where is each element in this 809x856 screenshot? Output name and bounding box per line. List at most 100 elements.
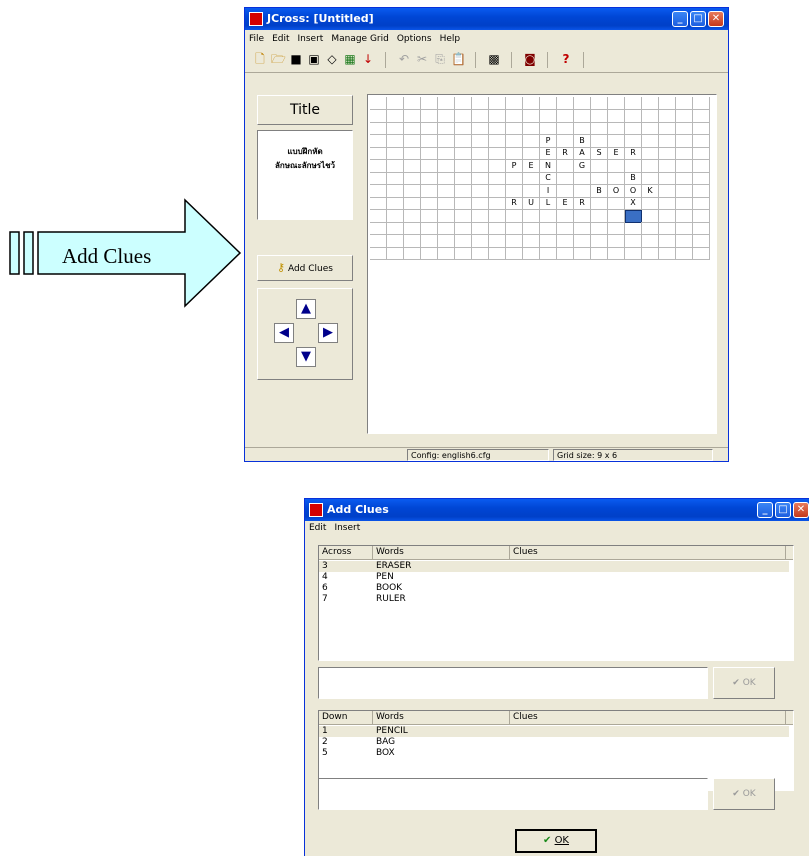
grid-cell[interactable] — [574, 109, 591, 123]
down-clue-input[interactable] — [318, 778, 708, 810]
list-item[interactable]: 7 RULER — [319, 594, 789, 605]
grid-cell[interactable] — [625, 222, 642, 235]
grid-cell[interactable] — [659, 147, 676, 160]
grid-cell[interactable] — [540, 222, 557, 235]
dialog-title-bar[interactable]: Add Clues _ □ ✕ — [305, 499, 809, 521]
save-icon[interactable]: ■ — [289, 52, 303, 66]
grid-cell[interactable] — [455, 247, 472, 260]
grid-cell[interactable] — [506, 109, 523, 123]
grid-cell[interactable] — [523, 247, 540, 260]
grid-cell[interactable]: P — [540, 134, 557, 148]
grid-cell[interactable] — [557, 134, 574, 148]
grid-cell[interactable] — [489, 109, 506, 123]
grid-cell[interactable] — [370, 159, 387, 173]
grid-cell[interactable] — [659, 222, 676, 235]
grid-cell[interactable] — [608, 109, 625, 123]
grid-cell[interactable] — [625, 159, 642, 173]
grid-cell[interactable] — [608, 122, 625, 135]
grid-cell[interactable] — [642, 122, 659, 135]
grid-cell[interactable] — [557, 184, 574, 198]
grid-cell[interactable]: E — [540, 147, 557, 160]
grid-cell[interactable] — [387, 234, 404, 248]
grid-cell[interactable] — [540, 122, 557, 135]
grid-cell[interactable] — [421, 134, 438, 148]
grid-cell[interactable] — [370, 222, 387, 235]
grid-cell[interactable] — [693, 209, 710, 223]
grid-cell[interactable] — [472, 172, 489, 185]
grid-cell[interactable] — [438, 122, 455, 135]
grid-cell[interactable] — [625, 247, 642, 260]
grid-cell[interactable] — [370, 209, 387, 223]
grid-cell[interactable] — [438, 109, 455, 123]
grid-cell[interactable] — [523, 109, 540, 123]
grid-cell[interactable] — [472, 109, 489, 123]
grid-cell[interactable] — [387, 159, 404, 173]
grid-cell[interactable] — [387, 122, 404, 135]
grid-cell[interactable] — [591, 234, 608, 248]
grid-cell[interactable] — [455, 209, 472, 223]
grid-cell[interactable] — [659, 184, 676, 198]
grid-cell[interactable] — [387, 97, 404, 110]
menu-options[interactable]: Options — [393, 32, 436, 46]
grid-cell[interactable]: C — [540, 172, 557, 185]
list-item[interactable]: 6 BOOK — [319, 583, 789, 594]
grid-cell[interactable] — [676, 172, 693, 185]
grid-cell[interactable] — [693, 172, 710, 185]
grid-cell[interactable] — [387, 147, 404, 160]
across-ok-button[interactable]: ✔ OK — [713, 667, 775, 699]
down-header-clues[interactable]: Clues — [510, 711, 786, 724]
maximize-icon[interactable]: □ — [690, 11, 706, 27]
grid-cell[interactable] — [489, 234, 506, 248]
grid-cell[interactable] — [557, 172, 574, 185]
grid-cell[interactable] — [608, 222, 625, 235]
grid-cell[interactable] — [693, 97, 710, 110]
grid-cell[interactable] — [676, 197, 693, 210]
title-button[interactable]: Title — [257, 95, 353, 125]
grid-cell[interactable] — [625, 109, 642, 123]
grid-cell[interactable] — [404, 222, 421, 235]
grid-cell[interactable] — [676, 247, 693, 260]
main-title-bar[interactable]: JCross: [Untitled] _ □ ✕ — [245, 8, 728, 30]
grid-cell[interactable] — [489, 147, 506, 160]
grid-cell[interactable]: B — [574, 134, 591, 148]
grid-cell[interactable] — [659, 234, 676, 248]
grid-cell[interactable] — [489, 209, 506, 223]
grid-cell[interactable] — [608, 159, 625, 173]
grid-cell[interactable] — [557, 109, 574, 123]
down-header-num[interactable]: Down — [319, 711, 373, 724]
menu-file[interactable]: File — [245, 32, 268, 46]
grid-cell[interactable] — [455, 234, 472, 248]
grid-cell[interactable] — [404, 122, 421, 135]
grid-cell[interactable]: R — [557, 147, 574, 160]
grid-cell[interactable] — [693, 184, 710, 198]
grid-cell[interactable]: B — [591, 184, 608, 198]
up-arrow-icon[interactable]: ▲ — [296, 299, 316, 319]
grid-cell[interactable] — [455, 147, 472, 160]
grid-cell[interactable] — [370, 172, 387, 185]
grid-cell[interactable] — [506, 172, 523, 185]
new-file-icon[interactable]: 🗋 — [253, 52, 267, 66]
paste-icon[interactable]: 📋 — [451, 52, 466, 66]
crossword-grid[interactable]: PBERASERPENGCBIBOOKRULERX — [367, 94, 717, 434]
grid-cell[interactable] — [472, 197, 489, 210]
right-arrow-icon[interactable]: ▶ — [318, 323, 338, 343]
down-header-words[interactable]: Words — [373, 711, 510, 724]
grid-cell[interactable] — [659, 197, 676, 210]
grid-cell[interactable]: A — [574, 147, 591, 160]
grid-cell[interactable] — [608, 134, 625, 148]
grid-cell[interactable] — [659, 159, 676, 173]
grid-cell[interactable] — [489, 197, 506, 210]
browser-icon[interactable]: ◙ — [523, 52, 537, 66]
grid-cell[interactable] — [387, 222, 404, 235]
grid-cell[interactable] — [489, 134, 506, 148]
grid-cell[interactable] — [489, 247, 506, 260]
grid-cell[interactable] — [693, 147, 710, 160]
minimize-icon[interactable]: _ — [757, 502, 773, 518]
grid-cell[interactable] — [642, 222, 659, 235]
grid-cell[interactable] — [608, 247, 625, 260]
grid-cell[interactable] — [455, 172, 472, 185]
grid-cell[interactable] — [387, 134, 404, 148]
grid-cell[interactable] — [404, 247, 421, 260]
grid-cell[interactable] — [421, 97, 438, 110]
grid-cell[interactable] — [489, 172, 506, 185]
